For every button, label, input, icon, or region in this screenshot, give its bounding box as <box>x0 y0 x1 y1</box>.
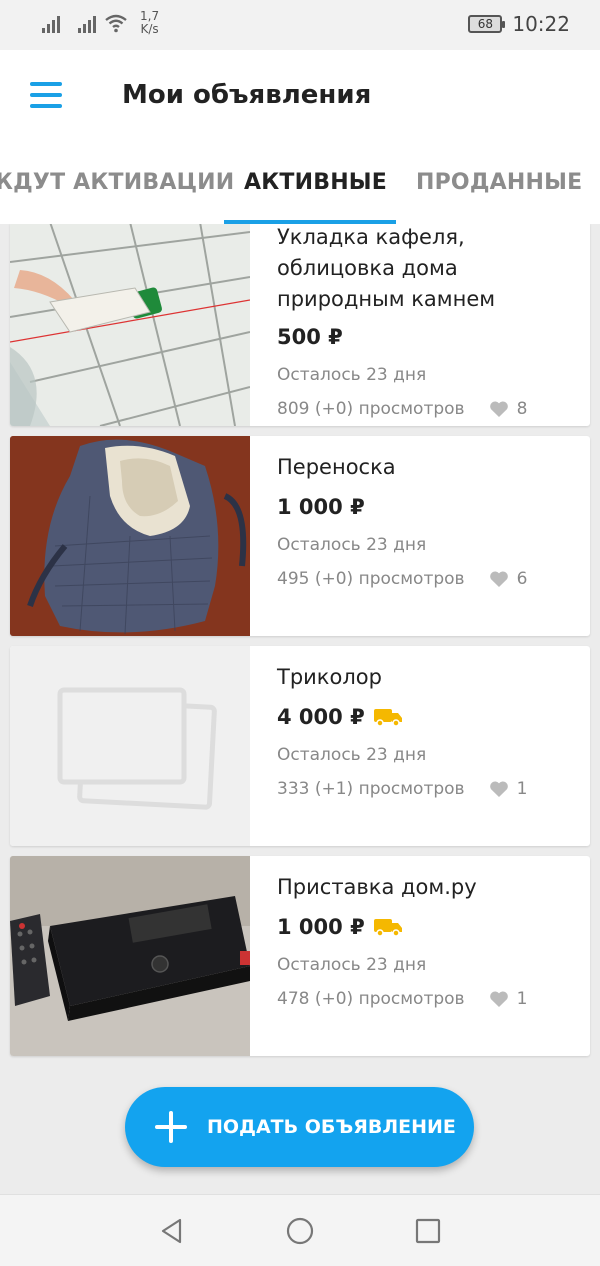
listing-price-row: 1 000 ₽ <box>277 915 580 939</box>
listing-photo-tv-box <box>10 856 250 1056</box>
listing-stats: 809 (+0) просмотров 8 <box>277 399 580 419</box>
listing-price: 1 000 ₽ <box>277 495 365 519</box>
listing-likes: 8 <box>516 399 528 419</box>
listing-stats: 495 (+0) просмотров 6 <box>277 569 580 589</box>
listing-time-remaining: Осталось 23 дня <box>277 365 427 385</box>
network-speed: 1,7 K/s <box>140 10 159 36</box>
listing-title: Приставка дом.ру <box>277 875 477 899</box>
post-ad-button[interactable]: ПОДАТЬ ОБЪЯВЛЕНИЕ <box>125 1087 474 1167</box>
listing-price-row: 500 ₽ <box>277 325 580 349</box>
listing-photo-carrier <box>10 436 250 636</box>
listing-views: 495 (+0) просмотров <box>277 569 465 589</box>
tab-active[interactable]: АКТИВНЫЕ <box>244 170 387 195</box>
listing-title: Укладка кафеля, облицовка дома природным… <box>277 225 496 311</box>
back-icon[interactable] <box>158 1217 186 1245</box>
status-right: 68 10:22 <box>468 12 570 36</box>
wifi-icon <box>105 14 127 33</box>
listing-likes: 1 <box>516 989 528 1009</box>
tab-awaiting-activation[interactable]: ЖДУТ АКТИВАЦИИ <box>0 170 234 195</box>
listing-photo-tiles <box>10 224 250 426</box>
heart-icon <box>489 991 508 1007</box>
battery-icon: 68 <box>468 15 506 33</box>
listing-price-row: 4 000 ₽ <box>277 705 580 729</box>
hamburger-menu-icon[interactable] <box>30 82 62 110</box>
status-time: 10:22 <box>512 12 570 36</box>
listing-stats: 478 (+0) просмотров 1 <box>277 989 580 1009</box>
listing-title: Триколор <box>277 665 382 689</box>
listing-title: Переноска <box>277 455 396 479</box>
listing-info: Приставка дом.ру 1 000 ₽ Осталось 23 дня… <box>277 872 580 1009</box>
listing-time-remaining: Осталось 23 дня <box>277 745 427 765</box>
listing-time-remaining: Осталось 23 дня <box>277 955 427 975</box>
system-nav-bar <box>0 1194 600 1266</box>
status-left: 1,7 K/s <box>42 10 159 36</box>
listing-price: 1 000 ₽ <box>277 915 365 939</box>
recents-icon[interactable] <box>414 1217 442 1245</box>
listing-info: Переноска 1 000 ₽ Осталось 23 дня 495 (+… <box>277 452 580 589</box>
listing-price-row: 1 000 ₽ <box>277 495 580 519</box>
home-icon[interactable] <box>286 1217 314 1245</box>
delivery-truck-icon <box>373 709 402 727</box>
listing-views: 809 (+0) просмотров <box>277 399 465 419</box>
listing-card[interactable]: Приставка дом.ру 1 000 ₽ Осталось 23 дня… <box>10 856 590 1056</box>
delivery-truck-icon <box>373 919 402 937</box>
heart-icon <box>489 401 508 417</box>
listing-likes: 1 <box>516 779 528 799</box>
no-photo-placeholder-icon <box>10 646 250 846</box>
listing-card[interactable]: Переноска 1 000 ₽ Осталось 23 дня 495 (+… <box>10 436 590 636</box>
listing-likes: 6 <box>516 569 528 589</box>
status-bar: 1,7 K/s 68 10:22 <box>0 0 600 50</box>
listing-price: 500 ₽ <box>277 325 343 349</box>
listing-info: Укладка кафеля, облицовка дома природным… <box>277 224 580 419</box>
listing-stats: 333 (+1) просмотров 1 <box>277 779 580 799</box>
post-ad-label: ПОДАТЬ ОБЪЯВЛЕНИЕ <box>207 1116 456 1138</box>
listing-views: 478 (+0) просмотров <box>277 989 465 1009</box>
heart-icon <box>489 781 508 797</box>
app-bar: Мои объявления <box>0 50 600 148</box>
signal-icon <box>42 13 60 33</box>
listing-time-remaining: Осталось 23 дня <box>277 535 427 555</box>
heart-icon <box>489 571 508 587</box>
plus-icon <box>155 1111 187 1143</box>
network-speed-unit: K/s <box>140 22 159 36</box>
listing-views: 333 (+1) просмотров <box>277 779 465 799</box>
listing-price: 4 000 ₽ <box>277 705 365 729</box>
page-title: Мои объявления <box>122 80 372 110</box>
listings-list[interactable]: Укладка кафеля, облицовка дома природным… <box>0 224 600 1194</box>
tab-bar: ЖДУТ АКТИВАЦИИ АКТИВНЫЕ ПРОДАННЫЕ <box>0 148 600 224</box>
listing-info: Триколор 4 000 ₽ Осталось 23 дня 333 (+1… <box>277 662 580 799</box>
listing-card[interactable]: Укладка кафеля, облицовка дома природным… <box>10 224 590 426</box>
signal-icon <box>78 13 96 33</box>
tab-sold[interactable]: ПРОДАННЫЕ <box>416 170 582 195</box>
listing-card[interactable]: Триколор 4 000 ₽ Осталось 23 дня 333 (+1… <box>10 646 590 846</box>
